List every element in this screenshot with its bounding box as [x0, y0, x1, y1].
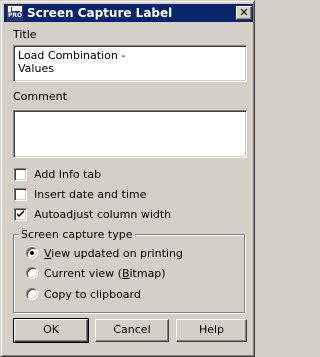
checkmark-icon — [17, 210, 24, 217]
radio-copy-clipboard-label: Copy to clipboard — [44, 288, 141, 301]
help-button[interactable]: Help — [176, 319, 247, 342]
cancel-button[interactable]: Cancel — [95, 319, 169, 342]
window-title: Screen Capture Label — [27, 6, 173, 20]
autoadjust-checkbox[interactable] — [14, 208, 27, 221]
title-input[interactable]: Load Combination - Values — [13, 45, 247, 82]
radio-selected-dot — [30, 251, 34, 255]
radio-view-updated-label: View updated on printing — [44, 247, 183, 260]
add-info-tab-checkbox[interactable] — [14, 168, 27, 181]
title-bar[interactable]: PRO Screen Capture Label ✕ — [4, 4, 253, 22]
autoadjust-label: Autoadjust column width — [34, 208, 172, 221]
radio-view-updated-button[interactable] — [26, 247, 38, 259]
dialog-window: PRO Screen Capture Label ✕ Title Load Co… — [0, 0, 255, 357]
add-info-tab-label: Add Info tab — [34, 168, 102, 181]
ok-button[interactable]: OK — [13, 318, 89, 343]
radio-current-view-label: Current view (Bitmap) — [44, 267, 166, 280]
title-input-value: Load Combination - Values — [18, 49, 126, 75]
insert-date-checkbox[interactable] — [14, 188, 27, 201]
title-field-label: Title — [13, 28, 37, 41]
pro-app-icon: PRO — [7, 5, 23, 21]
capture-type-legend: Screen capture type — [19, 228, 135, 241]
comment-field-label: Comment — [13, 90, 67, 103]
close-icon[interactable]: ✕ — [236, 6, 252, 20]
radio-current-view-button[interactable] — [26, 267, 38, 279]
comment-input[interactable] — [13, 110, 247, 158]
insert-date-label: Insert date and time — [34, 188, 147, 201]
radio-copy-clipboard-button[interactable] — [26, 288, 38, 300]
